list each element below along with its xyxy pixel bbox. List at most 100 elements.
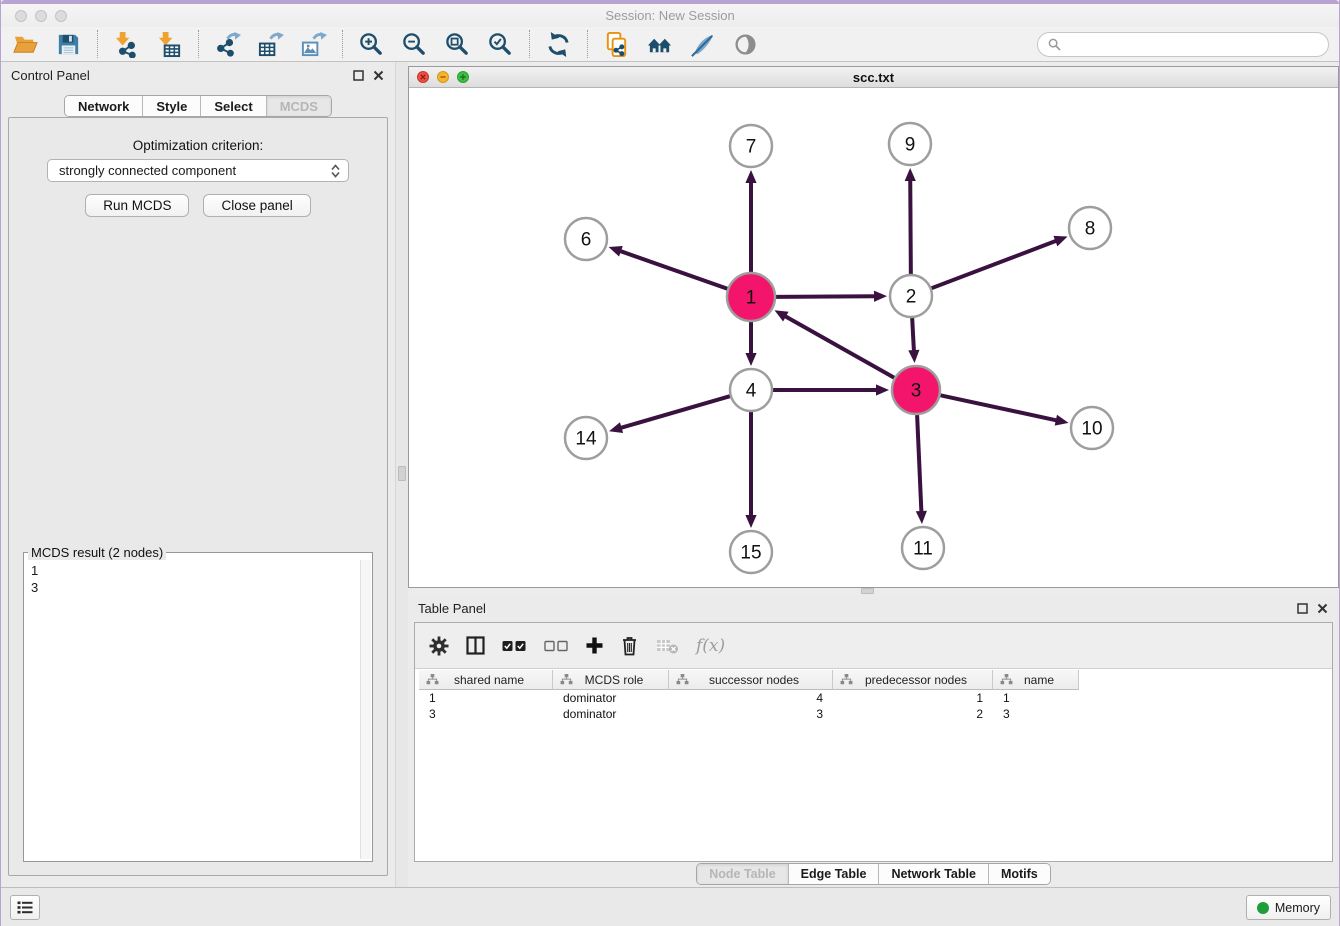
column-header-shared-name[interactable]: shared name — [419, 670, 553, 690]
tab-network[interactable]: Network — [65, 96, 142, 116]
close-panel-button[interactable]: Close panel — [203, 194, 310, 217]
brush-icon[interactable] — [686, 29, 718, 59]
graph-edge-4-3[interactable] — [773, 384, 889, 395]
control-panel-float-button[interactable] — [351, 68, 365, 82]
svg-text:3: 3 — [911, 381, 922, 402]
graph-node-1[interactable]: 1 — [727, 273, 775, 321]
graph-node-7[interactable]: 7 — [730, 125, 772, 167]
graph-edge-1-7[interactable] — [745, 170, 756, 272]
right-area: scc.txt 7968124314101511 Table Panel f(x — [408, 62, 1339, 887]
graph-edge-4-15[interactable] — [745, 412, 756, 528]
table-cell[interactable]: 4 — [669, 691, 833, 705]
tab-node-table[interactable]: Node Table — [697, 864, 787, 884]
graph-edge-1-4[interactable] — [745, 322, 756, 366]
graph-node-14[interactable]: 14 — [565, 417, 607, 459]
table-cell[interactable]: 3 — [993, 707, 1079, 721]
graph-edge-2-9[interactable] — [905, 168, 916, 274]
table-row[interactable]: 3dominator323 — [419, 706, 1332, 722]
save-icon[interactable] — [52, 29, 84, 59]
graph-edge-1-2[interactable] — [776, 291, 887, 302]
svg-text:10: 10 — [1081, 419, 1102, 440]
function-icon[interactable]: f(x) — [696, 636, 725, 656]
column-header-successor-nodes[interactable]: successor nodes — [669, 670, 833, 690]
graph-node-11[interactable]: 11 — [902, 527, 944, 569]
graph-edge-3-10[interactable] — [940, 395, 1068, 425]
svg-text:8: 8 — [1085, 219, 1096, 240]
graph-node-9[interactable]: 9 — [889, 123, 931, 165]
table-cell[interactable]: 1 — [419, 691, 553, 705]
zoom-in-icon[interactable] — [355, 29, 387, 59]
search-input[interactable] — [1066, 37, 1318, 52]
graph-edge-2-3[interactable] — [908, 318, 919, 363]
table-cell[interactable]: dominator — [553, 691, 669, 705]
column-header-name[interactable]: name — [993, 670, 1079, 690]
graph-edge-3-1[interactable] — [775, 310, 895, 377]
zoom-out-icon[interactable] — [398, 29, 430, 59]
tab-style[interactable]: Style — [142, 96, 200, 116]
graph-node-2[interactable]: 2 — [890, 275, 932, 317]
table-cell[interactable]: dominator — [553, 707, 669, 721]
graph-node-8[interactable]: 8 — [1069, 207, 1111, 249]
table-row[interactable]: 1dominator411 — [419, 690, 1332, 706]
graph-node-15[interactable]: 15 — [730, 531, 772, 573]
export-network-icon[interactable] — [211, 29, 243, 59]
zoom-fit-icon[interactable] — [441, 29, 473, 59]
delete-table-icon[interactable] — [656, 638, 679, 654]
toolbar-separator — [529, 30, 530, 58]
graph-node-6[interactable]: 6 — [565, 218, 607, 260]
graph-edge-3-11[interactable] — [916, 415, 927, 524]
graph-edge-4-14[interactable] — [609, 396, 730, 433]
table-panel-float-button[interactable] — [1295, 601, 1309, 615]
vertical-splitter[interactable] — [395, 62, 408, 887]
import-network-icon[interactable] — [110, 29, 142, 59]
column-header-mcds-role[interactable]: MCDS role — [553, 670, 669, 690]
export-image-icon[interactable] — [297, 29, 329, 59]
network-canvas[interactable]: 7 9 6 8 1 2 4 3 14 10 15 11 — [409, 88, 1338, 587]
clone-network-icon[interactable] — [600, 29, 632, 59]
mcds-result-scrollbar[interactable] — [360, 560, 371, 859]
mcds-result-item[interactable]: 3 — [31, 579, 359, 596]
eye-icon[interactable] — [729, 29, 761, 59]
mcds-result-list[interactable]: 13 — [26, 560, 359, 859]
graph-edge-1-6[interactable] — [609, 246, 728, 289]
gear-icon[interactable] — [429, 636, 449, 656]
table-cell[interactable]: 1 — [833, 691, 993, 705]
table-cell[interactable]: 1 — [993, 691, 1079, 705]
table-cell[interactable]: 3 — [669, 707, 833, 721]
table-panel-close-button[interactable] — [1315, 601, 1329, 615]
tab-select[interactable]: Select — [200, 96, 265, 116]
import-table-icon[interactable] — [153, 29, 185, 59]
horizontal-splitter-grip[interactable] — [861, 588, 874, 594]
tab-motifs[interactable]: Motifs — [988, 864, 1050, 884]
select-all-icon[interactable] — [502, 640, 527, 652]
add-icon[interactable] — [586, 637, 603, 654]
delete-icon[interactable] — [620, 635, 639, 656]
table-cell[interactable]: 3 — [419, 707, 553, 721]
vertical-splitter-grip[interactable] — [398, 466, 406, 481]
task-history-button[interactable] — [10, 895, 40, 920]
home-icon[interactable] — [643, 29, 675, 59]
graph-node-10[interactable]: 10 — [1071, 407, 1113, 449]
tab-mcds[interactable]: MCDS — [266, 96, 331, 116]
graph-edge-2-8[interactable] — [932, 236, 1068, 288]
horizontal-splitter[interactable] — [408, 588, 1339, 595]
table-cell[interactable]: 2 — [833, 707, 993, 721]
search-box[interactable] — [1037, 32, 1329, 57]
column-header-predecessor-nodes[interactable]: predecessor nodes — [833, 670, 993, 690]
mcds-result-item[interactable]: 1 — [31, 562, 359, 579]
run-mcds-button[interactable]: Run MCDS — [85, 194, 189, 217]
refresh-icon[interactable] — [542, 29, 574, 59]
open-folder-icon[interactable] — [9, 29, 41, 59]
export-table-icon[interactable] — [254, 29, 286, 59]
graph-node-3[interactable]: 3 — [892, 366, 940, 414]
graph-node-4[interactable]: 4 — [730, 369, 772, 411]
control-panel-close-button[interactable] — [371, 68, 385, 82]
criterion-dropdown[interactable]: strongly connected component — [47, 159, 349, 182]
tab-network-table[interactable]: Network Table — [878, 864, 988, 884]
memory-button[interactable]: Memory — [1246, 895, 1331, 920]
tab-edge-table[interactable]: Edge Table — [788, 864, 879, 884]
deselect-all-icon[interactable] — [544, 640, 569, 652]
network-window-titlebar[interactable]: scc.txt — [409, 67, 1338, 88]
split-columns-icon[interactable] — [466, 636, 485, 655]
zoom-selected-icon[interactable] — [484, 29, 516, 59]
